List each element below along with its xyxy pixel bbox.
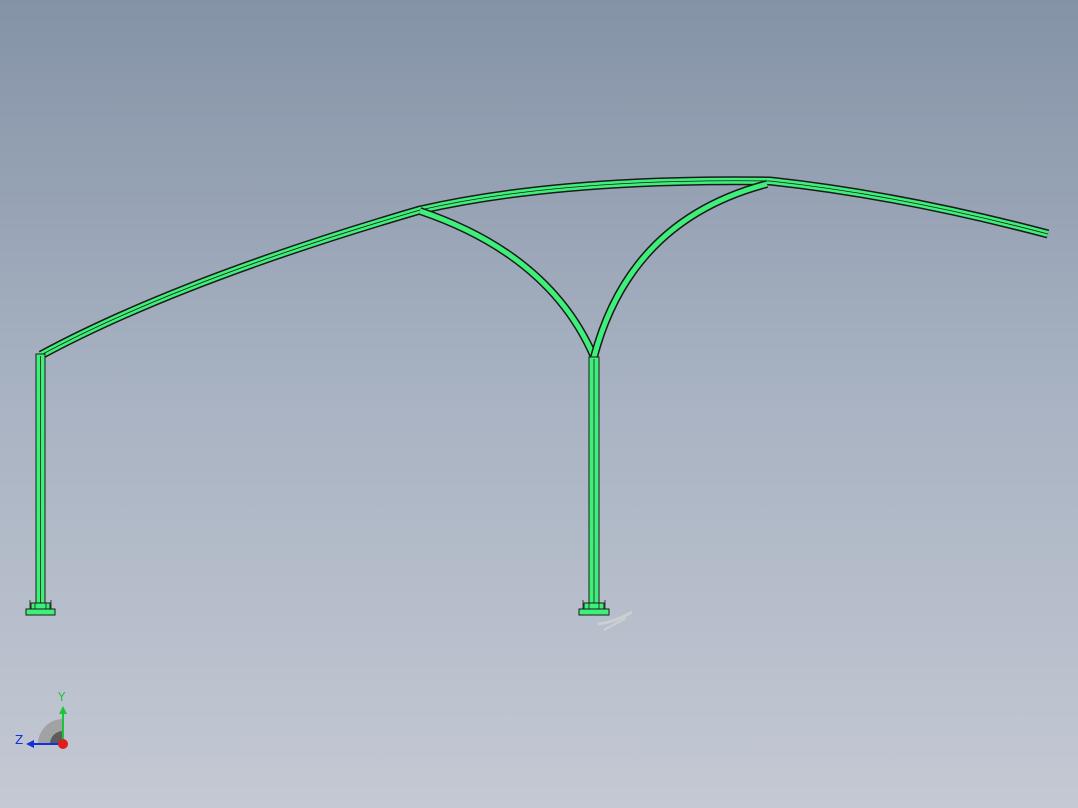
graphics-viewport[interactable]: Y Z — [0, 0, 1078, 808]
right-brace[interactable] — [590, 180, 769, 359]
z-axis-arrow — [26, 740, 34, 748]
left-brace-outline — [418, 207, 598, 359]
right-brace-fill — [591, 181, 768, 358]
left-brace-fill — [419, 208, 597, 358]
x-axis-dot — [58, 739, 68, 749]
middle-column[interactable] — [578, 356, 633, 631]
main-rafter-fill — [39, 177, 1049, 358]
z-axis-label: Z — [15, 733, 23, 747]
main-rafter-outline — [38, 176, 1050, 359]
model-canvas[interactable]: Y Z — [0, 0, 1078, 808]
y-axis-arrow — [59, 706, 67, 714]
main-rafter-edge — [40, 180, 1049, 356]
right-brace-outline — [590, 180, 769, 359]
left-column[interactable] — [25, 353, 56, 616]
y-axis-label: Y — [57, 690, 66, 704]
left-brace[interactable] — [418, 207, 598, 359]
main-rafter[interactable] — [38, 176, 1050, 359]
view-triad-icon[interactable]: Y Z — [15, 690, 68, 749]
